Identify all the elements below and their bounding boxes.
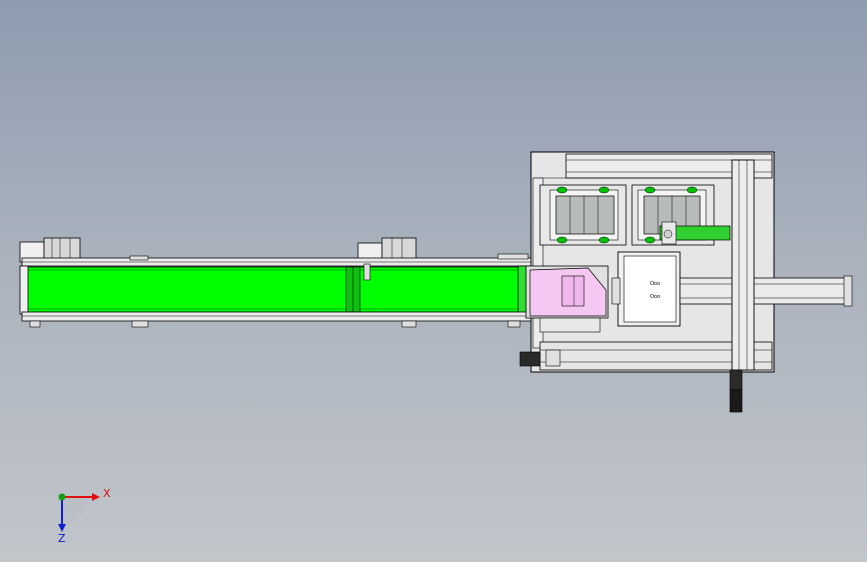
end-motor-left: [519, 351, 541, 367]
assembly-drawing: Ooo Ooo X Z: [19, 151, 853, 545]
center-motor-block: Ooo Ooo: [617, 251, 681, 327]
carriage-label-2: Ooo: [650, 294, 660, 300]
axis-motor: [729, 369, 743, 391]
y-axis-dot: [58, 493, 66, 501]
coordinate-triad: X Z: [58, 487, 111, 545]
conveyor-belt: [25, 266, 531, 313]
carriage-label-1: Ooo: [650, 281, 660, 287]
conveyor-bottom-rail: [21, 311, 533, 322]
z-axis-label: Z: [58, 532, 66, 545]
carriage-module-left: [539, 184, 627, 246]
x-axis-label: X: [103, 487, 111, 500]
cad-viewport[interactable]: Ooo Ooo X Z: [0, 0, 867, 562]
vertical-linear-axis: [729, 159, 755, 413]
belt-conveyor: [19, 237, 533, 328]
